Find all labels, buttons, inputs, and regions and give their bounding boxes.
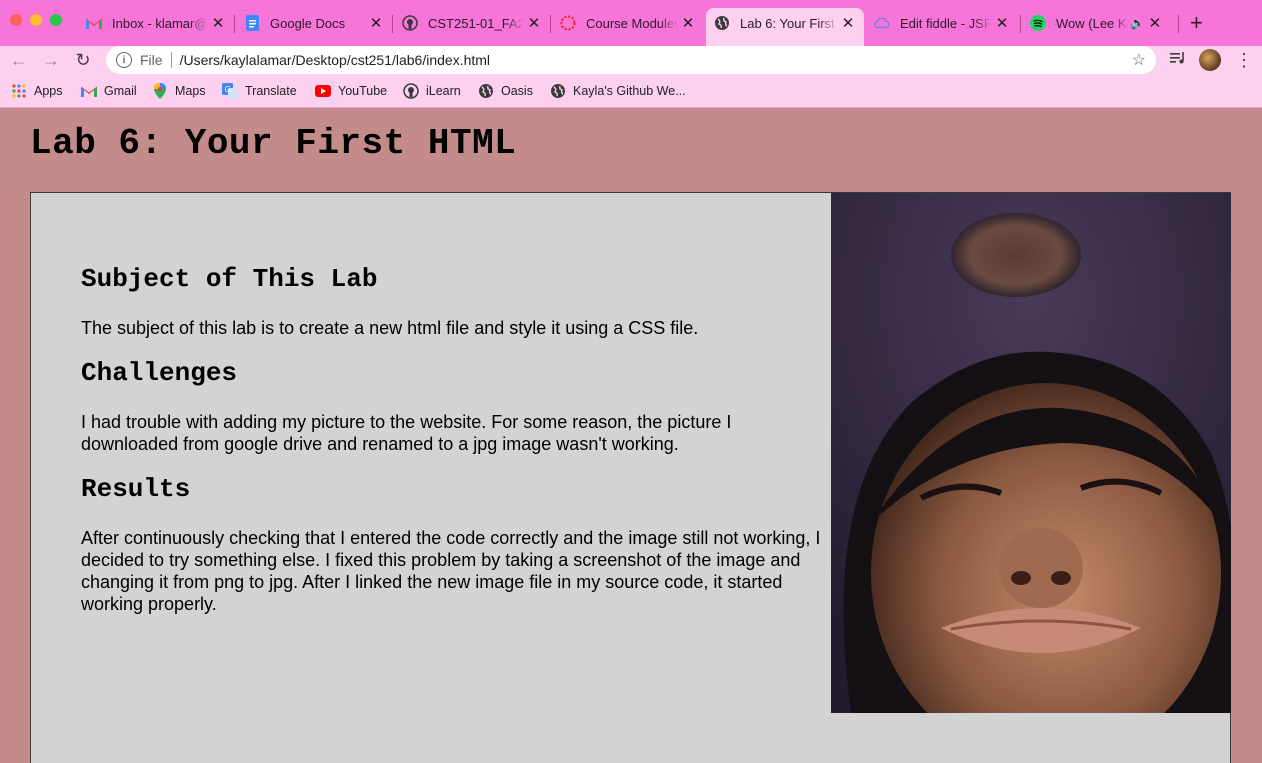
canvas-icon xyxy=(560,15,576,31)
section-heading-subject: Subject of This Lab xyxy=(81,264,378,294)
bookmark-label: Translate xyxy=(245,84,297,98)
maximize-window-button[interactable] xyxy=(50,14,62,26)
docs-icon xyxy=(244,15,260,31)
section-body-challenges: I had trouble with adding my picture to … xyxy=(81,412,732,454)
bookmark-label: Maps xyxy=(175,84,206,98)
bookmark-label: YouTube xyxy=(338,84,388,98)
apps-grid-icon xyxy=(11,83,27,99)
address-url[interactable]: /Users/kaylalamar/Desktop/cst251/lab6/in… xyxy=(180,52,490,68)
bookmark-label: Gmail xyxy=(104,84,137,98)
svg-text:G: G xyxy=(225,85,231,94)
back-arrow-icon[interactable]: ← xyxy=(7,48,31,72)
close-tab-icon[interactable]: ✕ xyxy=(838,14,858,32)
bookmarks-bar: Apps Gmail Maps G Translate YouTube iLea… xyxy=(0,74,1262,108)
tab-jsfiddle[interactable]: Edit fiddle - JSFiddle ✕ xyxy=(866,8,1018,38)
bookmark-label: Kayla's Github We... xyxy=(573,84,686,98)
lab-text: Subject of This Lab The subject of this … xyxy=(81,263,831,633)
gmail-icon xyxy=(81,83,97,99)
minimize-window-button[interactable] xyxy=(30,14,42,26)
web-page: Lab 6: Your First HTML Subject of This L… xyxy=(0,109,1262,763)
content-card: Subject of This Lab The subject of this … xyxy=(30,192,1231,763)
close-tab-icon[interactable]: ✕ xyxy=(992,14,1012,32)
bookmark-gmail[interactable]: Gmail xyxy=(81,83,137,99)
close-tab-icon[interactable]: ✕ xyxy=(678,14,698,32)
close-tab-icon[interactable]: ✕ xyxy=(524,14,544,32)
selfie-photo xyxy=(831,193,1231,713)
page-title: Lab 6: Your First HTML xyxy=(30,123,517,164)
tab-lab6-active[interactable]: Lab 6: Your First HTML ✕ xyxy=(706,8,864,46)
tab-title: CST251-01_FA20 xyxy=(428,15,524,31)
close-tab-icon[interactable]: ✕ xyxy=(366,14,386,32)
tab-cst251[interactable]: CST251-01_FA20 ✕ xyxy=(394,8,550,38)
browser-toolbar: ← → ↻ i File /Users/kaylalamar/Desktop/c… xyxy=(0,46,1262,74)
globe-icon xyxy=(714,15,730,31)
maps-pin-icon xyxy=(152,83,168,99)
media-control-icon[interactable] xyxy=(1169,50,1189,70)
bookmark-label: iLearn xyxy=(426,84,461,98)
section-body-results: After continuously checking that I enter… xyxy=(81,528,821,614)
info-icon[interactable]: i xyxy=(116,52,132,68)
audio-playing-icon[interactable]: 🔈 xyxy=(1130,16,1145,30)
tab-separator xyxy=(234,15,235,33)
section-heading-challenges: Challenges xyxy=(81,358,238,388)
tab-separator xyxy=(1178,15,1179,33)
reload-icon[interactable]: ↻ xyxy=(71,48,95,72)
close-tab-icon[interactable]: ✕ xyxy=(1145,14,1165,32)
bookmark-apps[interactable]: Apps xyxy=(11,83,63,99)
bookmark-youtube[interactable]: YouTube xyxy=(315,83,387,99)
github-icon xyxy=(402,15,418,31)
bookmark-maps[interactable]: Maps xyxy=(152,83,206,99)
gmail-icon xyxy=(86,15,102,31)
tab-gmail-inbox[interactable]: Inbox - klamar@csumb.edu ✕ xyxy=(78,8,234,38)
bookmark-kayla-github[interactable]: Kayla's Github We... xyxy=(550,83,686,99)
tab-separator xyxy=(1020,15,1021,33)
tab-strip: Inbox - klamar@csumb.edu ✕ Google Docs ✕… xyxy=(0,0,1262,46)
address-scheme-label: File xyxy=(140,52,163,68)
bookmark-oasis[interactable]: Oasis xyxy=(478,83,533,99)
more-menu-icon[interactable]: ⋮ xyxy=(1235,48,1253,72)
close-tab-icon[interactable]: ✕ xyxy=(208,14,228,32)
tab-spotify[interactable]: Wow (Lee Ko 🔈 ✕ xyxy=(1022,8,1178,38)
bookmark-ilearn[interactable]: iLearn xyxy=(403,83,461,99)
section-body-subject: The subject of this lab is to create a n… xyxy=(81,318,699,338)
youtube-icon xyxy=(315,83,331,99)
globe-icon xyxy=(478,83,494,99)
close-window-button[interactable] xyxy=(10,14,22,26)
new-tab-button[interactable]: + xyxy=(1190,12,1203,34)
bookmark-translate[interactable]: G Translate xyxy=(222,83,297,99)
bookmark-label: Apps xyxy=(34,84,63,98)
bookmark-star-icon[interactable]: ☆ xyxy=(1132,50,1146,70)
tab-title: Edit fiddle - JSFiddle xyxy=(900,15,992,31)
jsfiddle-icon xyxy=(874,15,890,31)
translate-icon: G xyxy=(222,83,238,99)
github-icon xyxy=(403,83,419,99)
address-bar[interactable]: i File /Users/kaylalamar/Desktop/cst251/… xyxy=(106,46,1156,74)
tab-google-docs[interactable]: Google Docs ✕ xyxy=(236,8,392,38)
tab-separator xyxy=(392,15,393,33)
tab-title: Course Modules xyxy=(586,15,678,31)
globe-icon xyxy=(550,83,566,99)
tab-course-modules[interactable]: Course Modules ✕ xyxy=(552,8,704,38)
bookmark-label: Oasis xyxy=(501,84,533,98)
forward-arrow-icon[interactable]: → xyxy=(39,48,63,72)
tab-title: Inbox - klamar@csumb.edu xyxy=(112,15,208,31)
tab-title: Wow (Lee Ko xyxy=(1056,15,1128,31)
section-heading-results: Results xyxy=(81,474,191,504)
spotify-icon xyxy=(1030,15,1046,31)
tab-title: Lab 6: Your First HTML xyxy=(740,15,838,31)
profile-avatar[interactable] xyxy=(1199,49,1221,71)
tab-title: Google Docs xyxy=(270,15,346,31)
address-divider xyxy=(170,52,172,68)
tab-separator xyxy=(550,15,551,33)
